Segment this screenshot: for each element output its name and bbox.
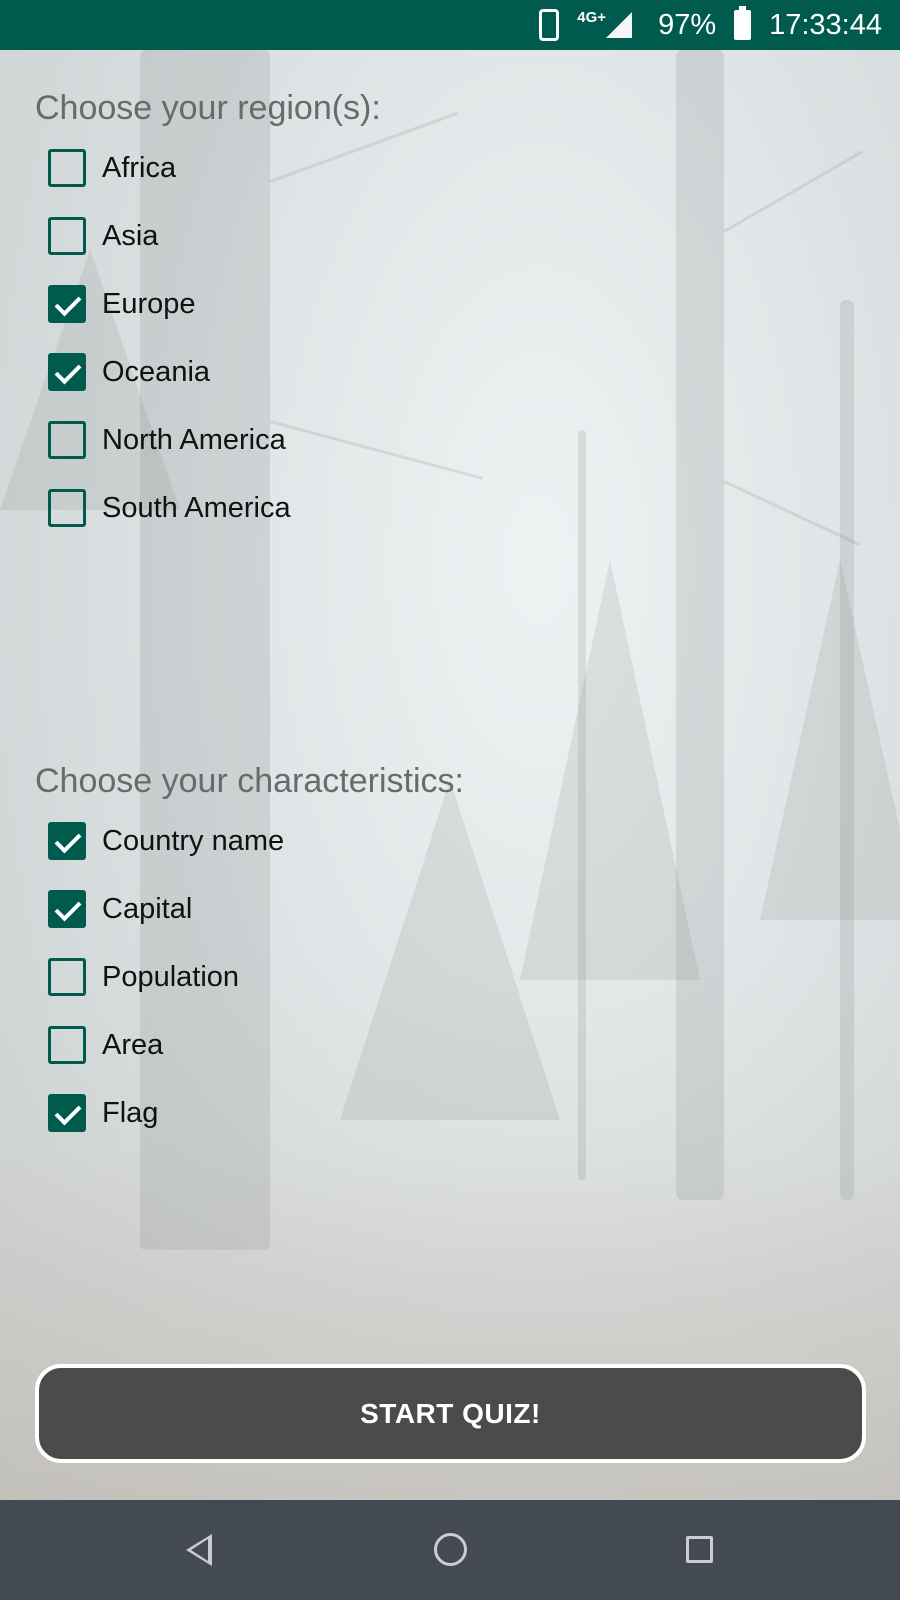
option-label: Oceania [102,355,211,388]
characteristics-title: Choose your characteristics: [35,762,464,800]
recents-icon[interactable] [686,1536,713,1563]
option-label: South America [102,491,291,524]
checkbox[interactable] [48,890,86,928]
network-type: 4G+ [577,8,607,26]
characteristic-option-flag[interactable]: Flag [48,1090,158,1136]
region-option-south-america[interactable]: South America [48,485,291,531]
checkbox[interactable] [48,217,86,255]
characteristic-option-country-name[interactable]: Country name [48,818,284,864]
back-icon[interactable] [186,1534,212,1566]
battery-icon [734,6,752,40]
option-label: Europe [102,287,196,320]
checkbox[interactable] [48,149,86,187]
battery-percent: 97% [658,8,717,41]
characteristic-option-area[interactable]: Area [48,1022,163,1068]
option-label: Country name [102,824,285,857]
option-label: Area [102,1028,164,1061]
option-label: Capital [102,892,193,925]
region-option-africa[interactable]: Africa [48,145,176,191]
option-label: Flag [102,1096,159,1129]
checkbox[interactable] [48,958,86,996]
characteristic-option-population[interactable]: Population [48,954,239,1000]
navigation-bar [0,1500,900,1600]
checkbox[interactable] [48,489,86,527]
region-option-north-america[interactable]: North America [48,417,286,463]
home-icon[interactable] [434,1533,467,1566]
characteristic-option-capital[interactable]: Capital [48,886,192,932]
status-bar: 4G+ 97% 17:33:44 [0,0,900,50]
option-label: Asia [102,219,159,252]
regions-title: Choose your region(s): [35,89,381,127]
start-quiz-button[interactable]: START QUIZ! [35,1364,866,1463]
checkbox[interactable] [48,822,86,860]
checkbox[interactable] [48,421,86,459]
checkbox[interactable] [48,1094,86,1132]
region-option-europe[interactable]: Europe [48,281,196,327]
clock: 17:33:44 [769,8,882,41]
region-option-asia[interactable]: Asia [48,213,158,259]
option-label: Africa [102,151,177,184]
phone-icon [539,9,560,41]
option-label: North America [102,423,286,456]
checkbox[interactable] [48,353,86,391]
checkbox[interactable] [48,1026,86,1064]
option-label: Population [102,960,240,993]
checkbox[interactable] [48,285,86,323]
signal-icon [606,12,633,38]
region-option-oceania[interactable]: Oceania [48,349,210,395]
